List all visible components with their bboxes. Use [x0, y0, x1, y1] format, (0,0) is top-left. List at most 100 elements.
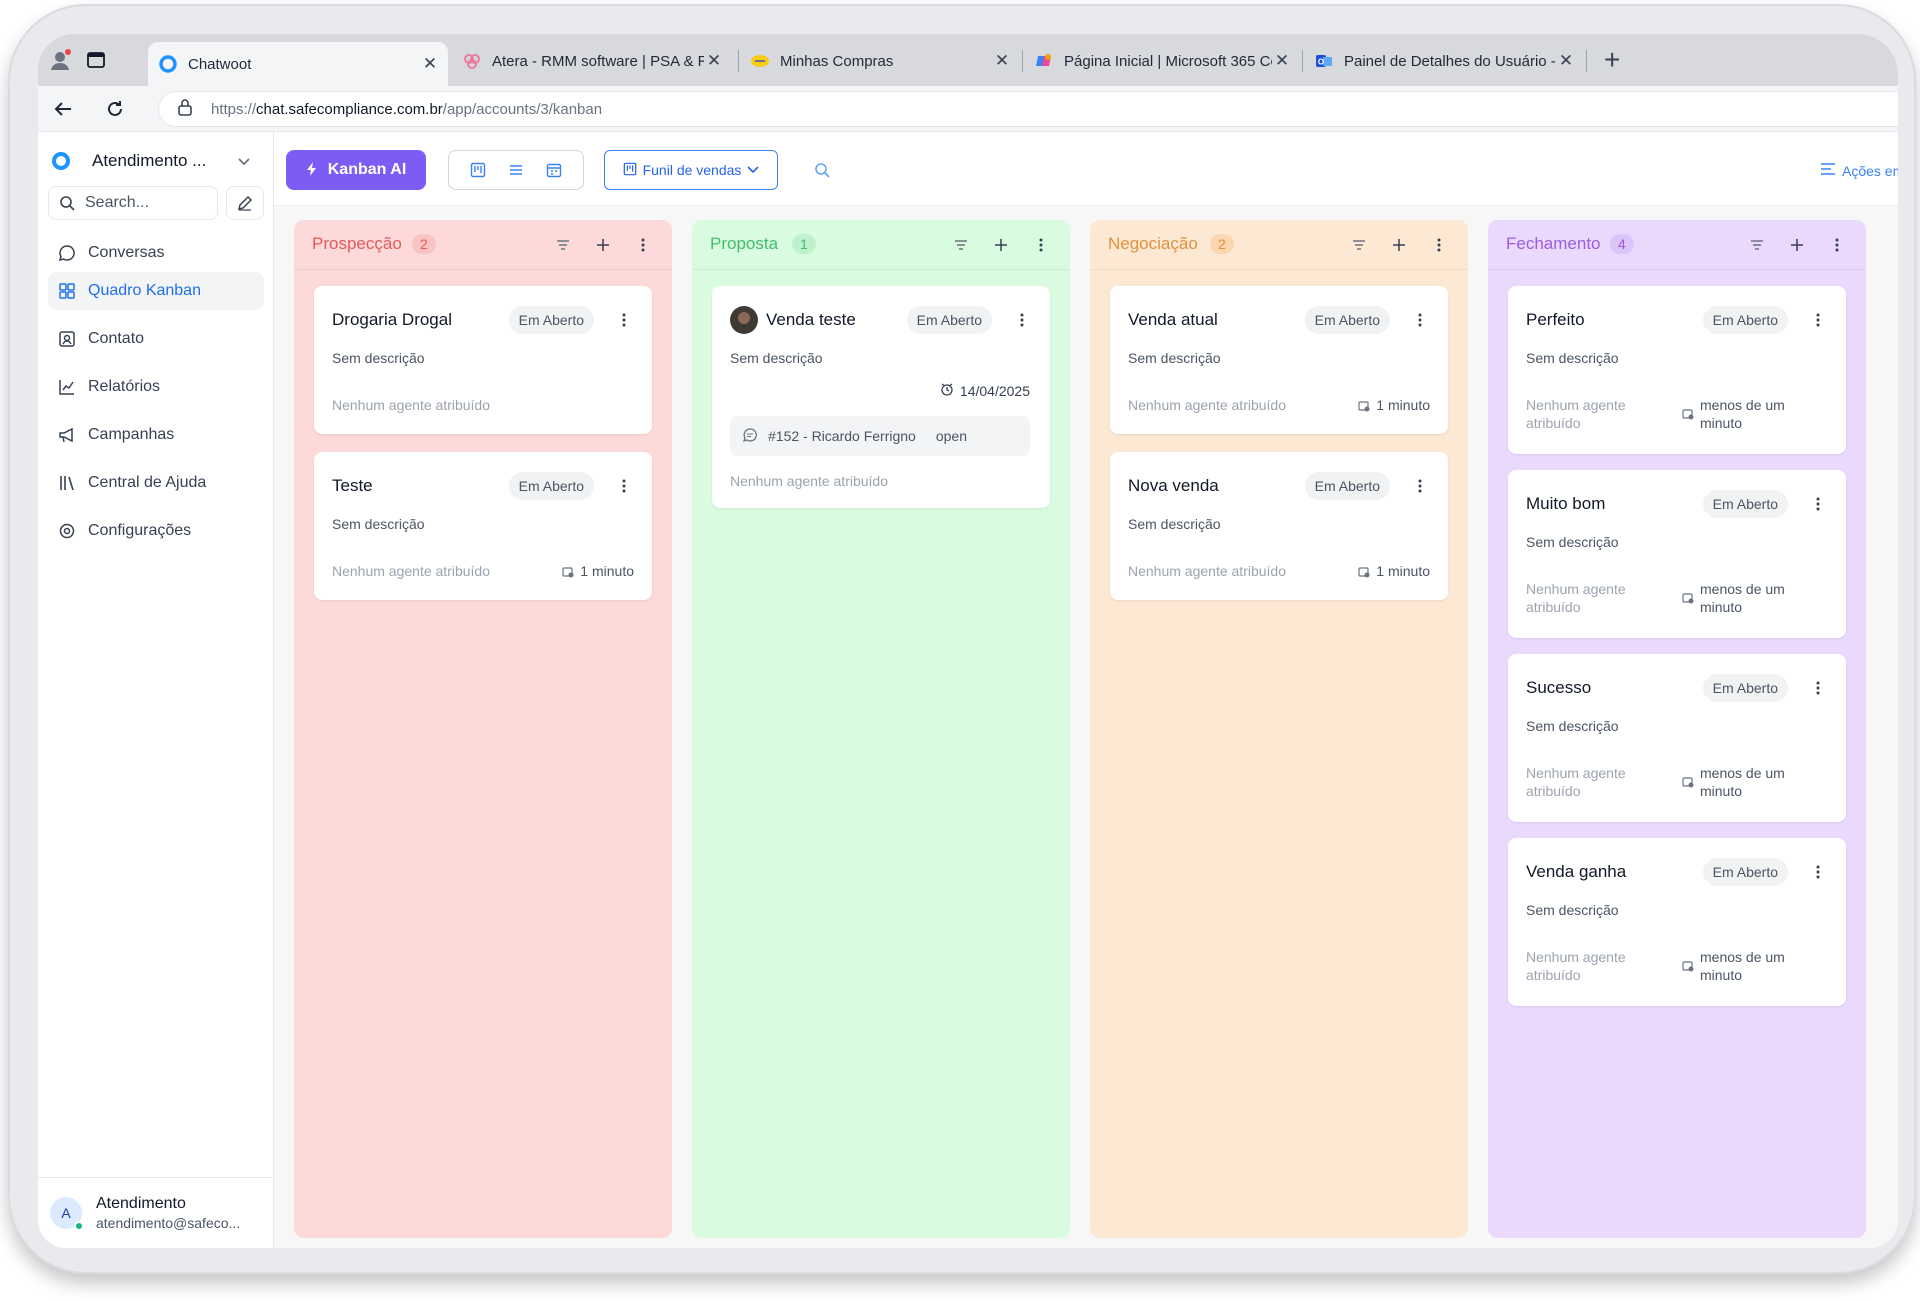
chevron-down-icon	[238, 153, 250, 169]
conversation-label: #152 - Ricardo Ferrigno	[768, 428, 916, 444]
more-vertical-icon[interactable]	[1428, 234, 1450, 256]
card-title: Drogaria Drogal	[332, 310, 452, 329]
workspace-switcher[interactable]: Atendimento ...	[48, 146, 260, 176]
more-vertical-icon[interactable]	[1014, 310, 1030, 330]
filter-icon[interactable]	[1348, 234, 1370, 256]
more-vertical-icon[interactable]	[1810, 862, 1826, 882]
time-line: menos de um	[1700, 397, 1785, 413]
add-icon[interactable]	[592, 234, 614, 256]
kanban-board: Prospecção 2 Drogaria Drogal Em Aberto S…	[274, 206, 1898, 1248]
kanban-card[interactable]: Perfeito Em Aberto Sem descrição Nenhum …	[1508, 286, 1846, 454]
url-host: chat.safecompliance.com.br	[256, 100, 443, 118]
card-time: menos de um minuto	[1682, 396, 1785, 432]
kanban-column-prospeccao: Prospecção 2 Drogaria Drogal Em Aberto S…	[294, 220, 672, 1238]
filter-icon[interactable]	[1746, 234, 1768, 256]
site-info-icon[interactable]	[177, 98, 193, 121]
bulk-actions-button[interactable]: Ações em M	[1820, 162, 1898, 179]
tab-atera[interactable]: Atera - RMM software | PSA & Re ✕	[452, 43, 732, 79]
more-vertical-icon[interactable]	[1810, 494, 1826, 514]
due-date-text: 14/04/2025	[959, 382, 1030, 399]
agent-line: Nenhum agente	[1526, 581, 1626, 597]
funnel-selector[interactable]: Funil de vendas	[604, 150, 778, 190]
url-scheme: https://	[211, 100, 257, 118]
close-icon[interactable]: ✕	[992, 51, 1012, 71]
card-agent: Nenhum agente atribuído	[332, 563, 490, 579]
sidebar-item-quadro-kanban[interactable]: Quadro Kanban	[48, 272, 264, 310]
column-actions	[1728, 234, 1848, 256]
kanban-card[interactable]: Sucesso Em Aberto Sem descrição Nenhum a…	[1508, 654, 1846, 822]
add-icon[interactable]	[1388, 234, 1410, 256]
tab-microsoft-365[interactable]: Página Inicial | Microsoft 365 Cop ✕	[1024, 43, 1300, 79]
kanban-card[interactable]: Teste Em Aberto Sem descrição Nenhum age…	[314, 452, 652, 600]
column-title: Fechamento	[1506, 234, 1601, 253]
search-input[interactable]	[83, 193, 203, 213]
compose-button[interactable]	[226, 186, 264, 220]
sidebar-item-configuracoes[interactable]: Configurações	[48, 512, 264, 550]
filter-icon[interactable]	[552, 234, 574, 256]
search-icon	[60, 196, 75, 211]
online-status-icon	[74, 1220, 84, 1231]
funnel-label: Funil de vendas	[642, 162, 742, 178]
time-line: menos de um	[1700, 765, 1785, 781]
tab-separator	[1022, 50, 1023, 72]
board-view-icon[interactable]	[467, 159, 489, 181]
column-header: Negociação 2	[1090, 220, 1468, 270]
sidebar-item-central-de-ajuda[interactable]: Central de Ajuda	[48, 464, 264, 502]
more-vertical-icon[interactable]	[1826, 234, 1848, 256]
time-icon	[562, 564, 574, 582]
kanban-card[interactable]: Venda teste Em Aberto Sem descrição 14/0…	[712, 286, 1050, 508]
url-field[interactable]: https://chat.safecompliance.com.br/app/a…	[158, 91, 1898, 127]
search-button[interactable]	[810, 158, 834, 182]
time-icon	[1682, 590, 1694, 608]
kanban-card[interactable]: Venda atual Em Aberto Sem descrição Nenh…	[1110, 286, 1448, 434]
more-vertical-icon[interactable]	[1412, 310, 1428, 330]
kanban-card[interactable]: Muito bom Em Aberto Sem descrição Nenhum…	[1508, 470, 1846, 638]
more-vertical-icon[interactable]	[616, 476, 632, 496]
sidebar-item-campanhas[interactable]: Campanhas	[48, 416, 264, 454]
browser-profile-icon[interactable]	[48, 48, 72, 72]
close-icon[interactable]: ✕	[1272, 51, 1292, 71]
sidebar-item-relatorios[interactable]: Relatórios	[48, 368, 264, 406]
linked-conversation[interactable]: #152 - Ricardo Ferrigno open	[730, 416, 1030, 456]
add-icon[interactable]	[1786, 234, 1808, 256]
list-view-icon[interactable]	[505, 159, 527, 181]
kanban-card[interactable]: Drogaria Drogal Em Aberto Sem descrição …	[314, 286, 652, 434]
more-vertical-icon[interactable]	[616, 310, 632, 330]
sidebar-item-label: Campanhas	[88, 426, 175, 443]
tab-chatwoot[interactable]: Chatwoot ✕	[148, 42, 448, 86]
tab-actions-icon[interactable]	[86, 50, 106, 70]
more-vertical-icon[interactable]	[1810, 310, 1826, 330]
kanban-card[interactable]: Venda ganha Em Aberto Sem descrição Nenh…	[1508, 838, 1846, 1006]
close-icon[interactable]: ✕	[704, 51, 724, 71]
sidebar-item-contato[interactable]: Contato	[48, 320, 264, 358]
card-title: Perfeito	[1526, 310, 1585, 329]
card-agent: Nenhum agente atribuído	[1526, 764, 1626, 800]
reload-icon[interactable]	[100, 94, 130, 124]
tab-painel-usuario[interactable]: O Painel de Detalhes do Usuário - a ✕	[1304, 43, 1584, 79]
tab-separator	[1586, 50, 1587, 72]
calendar-view-icon[interactable]	[543, 159, 565, 181]
tab-minhas-compras[interactable]: Minhas Compras ✕	[740, 43, 1020, 79]
user-profile[interactable]: A Atendimento atendimento@safeco...	[38, 1177, 274, 1247]
close-icon[interactable]: ✕	[420, 54, 440, 74]
back-arrow-icon[interactable]	[48, 94, 78, 124]
card-time: menos de um minuto	[1682, 764, 1785, 800]
kanban-card[interactable]: Nova venda Em Aberto Sem descrição Nenhu…	[1110, 452, 1448, 600]
kanban-column-proposta: Proposta 1 Venda teste Em Aberto Sem des…	[692, 220, 1070, 1238]
card-title: Venda atual	[1128, 310, 1218, 329]
more-vertical-icon[interactable]	[632, 234, 654, 256]
more-vertical-icon[interactable]	[1412, 476, 1428, 496]
new-tab-button[interactable]: +	[1604, 44, 1620, 76]
sidebar-item-label: Central de Ajuda	[88, 474, 207, 491]
chat-bubble-icon	[58, 244, 76, 262]
card-description: Sem descrição	[1526, 350, 1619, 366]
sidebar-search	[48, 186, 218, 220]
more-vertical-icon[interactable]	[1810, 678, 1826, 698]
add-icon[interactable]	[990, 234, 1012, 256]
more-vertical-icon[interactable]	[1030, 234, 1052, 256]
filter-icon[interactable]	[950, 234, 972, 256]
close-icon[interactable]: ✕	[1556, 51, 1576, 71]
sidebar-item-conversas[interactable]: Conversas	[48, 234, 264, 272]
kanban-ai-button[interactable]: Kanban AI	[286, 150, 426, 190]
card-description: Sem descrição	[1526, 534, 1619, 550]
